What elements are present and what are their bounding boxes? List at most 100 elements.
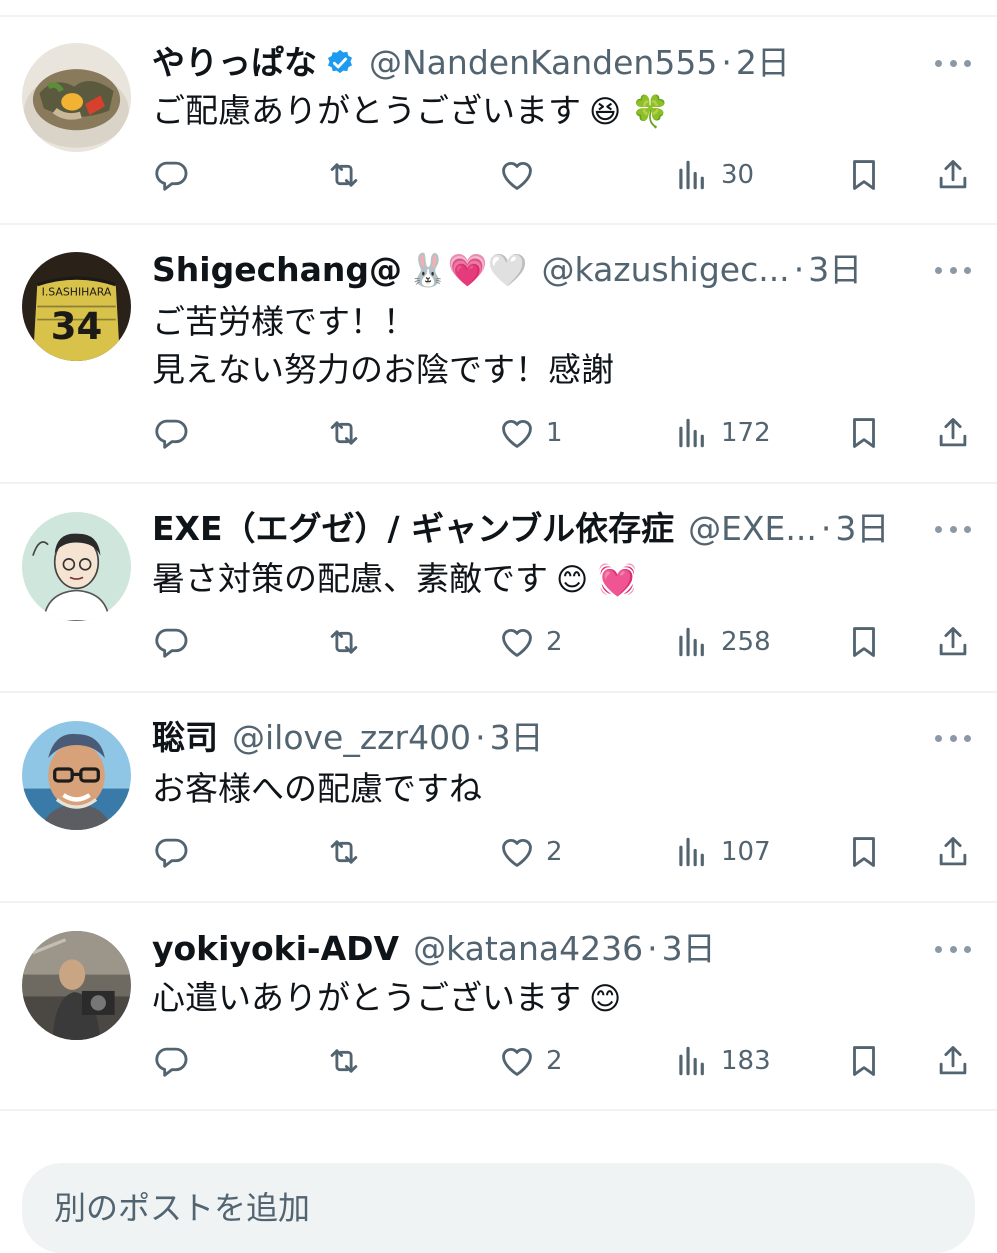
share-button[interactable] [934, 617, 972, 667]
more-options-icon[interactable] [935, 57, 971, 69]
views-count: 172 [721, 418, 771, 448]
more-options-icon[interactable] [935, 523, 971, 535]
name-emoji: 🐰💗🤍 [408, 251, 528, 289]
share-button[interactable] [934, 827, 972, 877]
separator-dot: · [647, 929, 658, 968]
avatar[interactable]: I.SASHIHARA 34 [22, 252, 131, 361]
like-count: 2 [546, 1046, 563, 1076]
bookmark-icon [853, 837, 875, 867]
views-button[interactable]: 183 [673, 1036, 771, 1086]
display-name[interactable]: EXE（エグゼ）/ ギャンブル依存症 [152, 507, 674, 551]
reply-icon [155, 419, 188, 449]
bookmark-button[interactable] [845, 617, 883, 667]
more-options-icon[interactable] [935, 943, 971, 955]
reply-button[interactable] [152, 150, 190, 200]
views-chart-icon [679, 837, 704, 867]
bookmark-button[interactable] [845, 827, 883, 877]
handle[interactable]: @EXE... [688, 507, 817, 551]
avatar[interactable] [22, 931, 131, 1040]
timestamp[interactable]: 3日 [835, 507, 889, 551]
repost-icon [330, 840, 358, 864]
views-button[interactable]: 30 [673, 150, 754, 200]
bookmark-button[interactable] [845, 408, 883, 458]
views-chart-icon [679, 627, 704, 657]
separator-dot: · [475, 718, 486, 757]
separator-dot: · [820, 509, 832, 548]
bookmark-button[interactable] [845, 1036, 883, 1086]
reply-post[interactable]: EXE（エグゼ）/ ギャンブル依存症 @EXE... · 3日 暑さ対策の配慮、… [0, 484, 997, 693]
repost-icon [330, 630, 358, 654]
more-options-icon[interactable] [935, 732, 971, 744]
views-count: 107 [721, 837, 771, 867]
display-name[interactable]: やりっぱな [152, 41, 317, 85]
separator-dot: · [793, 250, 805, 289]
share-button[interactable] [934, 408, 972, 458]
reply-icon [155, 161, 188, 191]
timestamp[interactable]: 3日 [808, 248, 862, 292]
reply-post[interactable]: yokiyoki-ADV @katana4236 · 3日 心遣いありがとうござ… [0, 903, 997, 1111]
avatar[interactable] [22, 721, 131, 830]
reply-post[interactable]: I.SASHIHARA 34 Shigechang@ 🐰💗🤍 @kazushig… [0, 225, 997, 484]
reply-post[interactable]: 聡司 @ilove_zzr400 · 3日 お客様への配慮ですね 2 107 [0, 693, 997, 903]
heart-icon [502, 162, 532, 190]
jersey-avatar-icon: I.SASHIHARA 34 [22, 252, 131, 361]
views-chart-icon [679, 1046, 704, 1076]
repost-button[interactable] [325, 150, 363, 200]
reply-header: yokiyoki-ADV @katana4236 · 3日 [152, 927, 897, 971]
repost-button[interactable] [325, 617, 363, 667]
like-count: 2 [546, 627, 563, 657]
views-button[interactable]: 258 [673, 617, 771, 667]
reply-button[interactable] [152, 617, 190, 667]
avatar[interactable] [22, 43, 131, 152]
repost-button[interactable] [325, 827, 363, 877]
like-button[interactable] [498, 150, 536, 200]
add-post-composer[interactable] [22, 1163, 975, 1253]
views-button[interactable]: 172 [673, 408, 771, 458]
bookmark-button[interactable] [845, 150, 883, 200]
views-button[interactable]: 107 [673, 827, 771, 877]
share-button[interactable] [934, 150, 972, 200]
like-count: 2 [546, 837, 563, 867]
display-name[interactable]: yokiyoki-ADV [152, 927, 399, 971]
handle[interactable]: @katana4236 [413, 927, 643, 971]
text-line: 心遣いありがとうございます [152, 978, 581, 1017]
timestamp[interactable]: 3日 [490, 716, 544, 760]
display-name[interactable]: Shigechang@ [152, 248, 402, 292]
like-button[interactable]: 2 [498, 827, 563, 877]
reply-text: 心遣いありがとうございます 😊 [152, 974, 957, 1023]
text-line: ご配慮ありがとうございます [152, 91, 581, 130]
like-button[interactable]: 2 [498, 1036, 563, 1086]
display-name[interactable]: 聡司 [152, 716, 218, 760]
reply-icon [155, 1047, 188, 1077]
bookmark-icon [853, 160, 875, 190]
reply-text: お客様への配慮ですね [152, 765, 957, 813]
like-button[interactable]: 1 [498, 408, 563, 458]
reply-button[interactable] [152, 408, 190, 458]
separator-dot: · [721, 43, 732, 82]
views-chart-icon [679, 418, 704, 448]
food-bowl-avatar-icon [22, 43, 131, 152]
reply-text: ご苦労様です！！ 見えない努力のお陰です！感謝 [152, 298, 957, 394]
like-button[interactable]: 2 [498, 617, 563, 667]
text-emoji: 😊 [589, 981, 622, 1017]
repost-button[interactable] [325, 408, 363, 458]
verified-badge-icon[interactable] [325, 48, 355, 78]
reply-button[interactable] [152, 827, 190, 877]
repost-icon [330, 163, 358, 187]
reply-post[interactable]: やりっぱな @NandenKanden555 · 2日 ご配慮ありがとうございま… [0, 17, 997, 225]
share-icon [939, 160, 967, 189]
share-button[interactable] [934, 1036, 972, 1086]
reply-button[interactable] [152, 1036, 190, 1086]
handle[interactable]: @ilove_zzr400 [232, 716, 471, 760]
more-options-icon[interactable] [935, 264, 971, 276]
timestamp[interactable]: 3日 [662, 927, 716, 971]
handle[interactable]: @NandenKanden555 [369, 41, 717, 85]
photo-avatar-icon [22, 931, 131, 1040]
text-line: 暑さ対策の配慮、素敵です [152, 559, 548, 598]
action-bar: 30 [0, 150, 997, 200]
handle[interactable]: @kazushigec... [542, 248, 790, 292]
repost-button[interactable] [325, 1036, 363, 1086]
add-post-input[interactable] [52, 1177, 936, 1239]
avatar[interactable] [22, 512, 131, 621]
timestamp[interactable]: 2日 [736, 41, 790, 85]
